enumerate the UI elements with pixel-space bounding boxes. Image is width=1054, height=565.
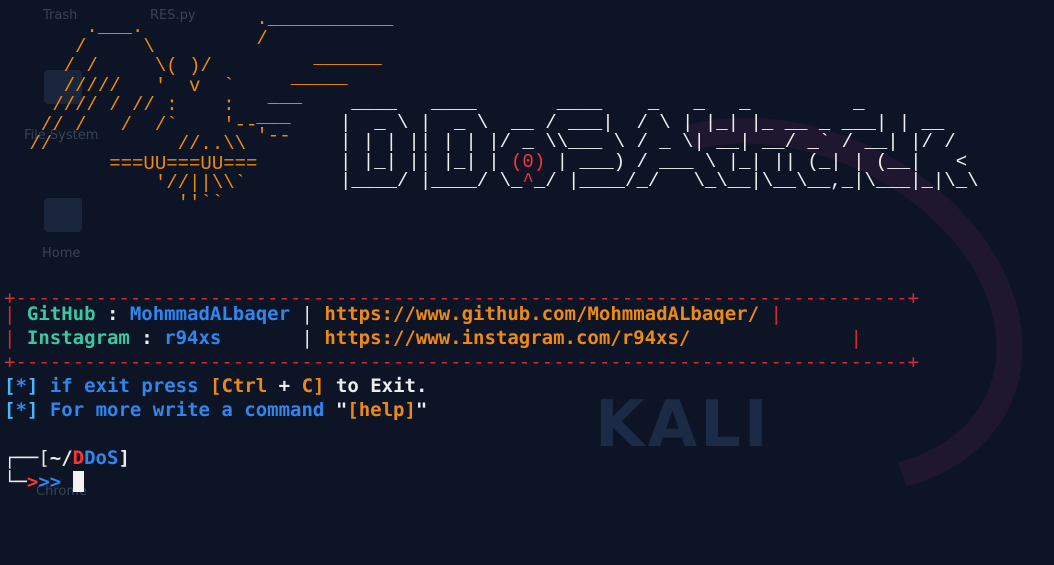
terminal-cursor[interactable]	[72, 471, 84, 492]
instagram-row: | Instagram : r94xs | https://www.instag…	[4, 327, 862, 349]
owl-ascii-art: .___. / \ / / \( )/ ///// ' v ` //// / /…	[29, 16, 258, 214]
instagram-label: Instagram	[26, 327, 130, 349]
ctrl-key: Ctrl	[221, 375, 268, 397]
github-url-link[interactable]: https://www.github.com/MohmmadALbaqer/	[324, 303, 759, 325]
title-line-5-rest: _/ |____/_/ \_\__|\__\__,_|\___|_|\_\	[533, 170, 979, 192]
prompt-arrows: >>	[38, 471, 62, 493]
star-bullet: *	[15, 399, 27, 421]
exit-hint-line: [*] if exit press [Ctrl + C] to Exit.	[4, 375, 428, 397]
plus-sign: +	[278, 375, 291, 397]
github-row: | GitHub : MohmmadALbaqer | https://www.…	[4, 303, 782, 325]
title-line-5: |____/ |____/ \_	[340, 170, 523, 192]
exit-hint-end: to Exit.	[335, 375, 428, 397]
help-hint-line: [*] For more write a command "[help]"	[4, 399, 428, 421]
instagram-url-link[interactable]: https://www.instagram.com/r94xs/	[324, 327, 690, 349]
exit-hint-text: if exit press	[49, 375, 199, 397]
prompt-dir-dos: DoS	[84, 447, 119, 469]
desktop-label-home: Home	[42, 246, 81, 261]
github-username[interactable]: MohmmadALbaqer	[130, 303, 290, 325]
kali-watermark: KALI	[595, 388, 771, 462]
banner-bottom-border: +---------------------------------------…	[4, 351, 920, 373]
prompt-input-line[interactable]: └─>>>	[4, 470, 84, 494]
instagram-username[interactable]: r94xs	[164, 327, 221, 349]
prompt-dir-d: D	[72, 447, 85, 469]
help-command: [help]	[347, 399, 416, 421]
title-red-caret: ^	[522, 170, 534, 192]
ddos-attack-title-art: ____ ____ ____ _ _ _ _ | _ \ | _ \ __ / …	[340, 93, 979, 192]
help-hint-text: For more write a command	[49, 399, 325, 421]
prompt-dir-prefix: ~/	[49, 447, 73, 469]
github-label: GitHub	[26, 303, 96, 325]
star-bullet: *	[15, 375, 27, 397]
c-key: C	[301, 375, 314, 397]
prompt-directory-line: ┌──[~/DDoS]	[4, 447, 130, 469]
